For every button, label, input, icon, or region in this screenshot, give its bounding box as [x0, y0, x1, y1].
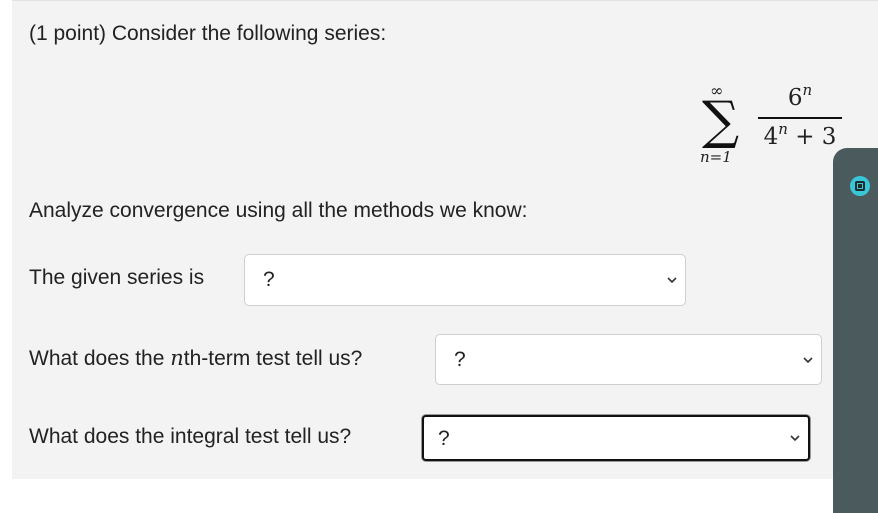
integral-test-select[interactable]: ?	[422, 415, 810, 461]
nth-term-label-end: th-term test tell us?	[183, 347, 363, 370]
chevron-down-icon	[803, 356, 813, 363]
numerator-exponent: n	[802, 81, 813, 99]
instruction-text: Analyze convergence using all the method…	[29, 199, 528, 222]
integral-test-value: ?	[438, 427, 450, 450]
series-fraction: 6n 4n + 3	[756, 83, 844, 152]
nth-term-test-select[interactable]: ?	[435, 334, 822, 385]
denominator-tail: + 3	[787, 124, 837, 150]
nth-term-label-start: What does the	[29, 347, 171, 370]
denominator-base: 4	[763, 124, 779, 150]
numerator-base: 6	[787, 85, 803, 111]
record-icon-dot	[858, 184, 862, 188]
problem-panel: (1 point) Consider the following series:…	[12, 0, 878, 479]
problem-heading: (1 point) Consider the following series:	[29, 22, 387, 45]
chevron-down-icon	[667, 277, 677, 284]
question-nth-term-label: What does the nth-term test tell us?	[29, 346, 362, 371]
record-icon[interactable]	[850, 176, 870, 196]
series-type-value: ?	[263, 268, 275, 291]
sum-lower-limit: n=1	[700, 148, 732, 166]
nth-term-variable: n	[170, 346, 184, 370]
series-type-select[interactable]: ?	[244, 254, 686, 306]
denominator-exponent: n	[778, 120, 788, 138]
fraction-denominator: 4n + 3	[756, 119, 844, 152]
series-formula: ∞ ∑ n=1 6n 4n + 3	[697, 83, 847, 173]
side-widget-panel[interactable]	[833, 148, 878, 513]
sigma-symbol: ∑	[702, 91, 740, 151]
question-integral-label: What does the integral test tell us?	[29, 425, 352, 448]
chevron-down-icon	[790, 435, 800, 442]
nth-term-test-value: ?	[454, 348, 466, 371]
fraction-numerator: 6n	[756, 83, 844, 117]
question-series-label: The given series is	[29, 266, 205, 289]
